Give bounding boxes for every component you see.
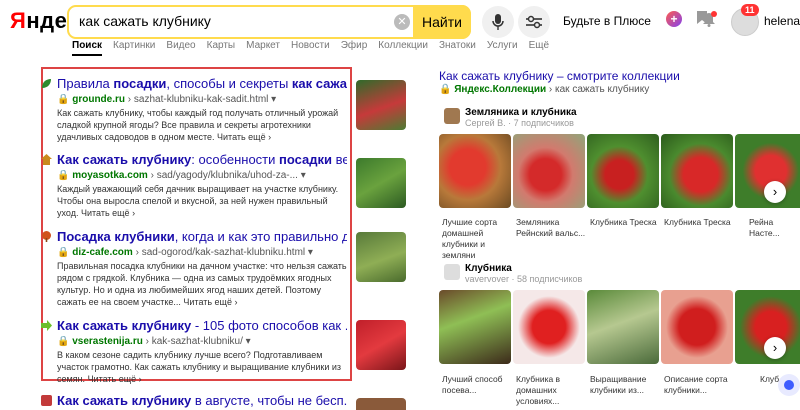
tab-search[interactable]: Поиск bbox=[72, 40, 103, 56]
collection-card-caption[interactable]: Описание сорта клубники... bbox=[664, 374, 736, 396]
collection-card-image[interactable] bbox=[513, 134, 585, 208]
tab-more[interactable]: Ещё bbox=[529, 40, 549, 56]
plus-promo-link[interactable]: Будьте в Плюсе bbox=[563, 14, 651, 28]
collections-heading[interactable]: Как сажать клубнику – смотрите коллекции bbox=[439, 69, 680, 83]
result-snippet: Каждый уважающий себя дачник выращивает … bbox=[57, 184, 339, 218]
collection-title[interactable]: Земляника и клубника bbox=[465, 107, 577, 118]
search-input[interactable] bbox=[79, 13, 379, 29]
collection-card-image[interactable] bbox=[513, 290, 585, 364]
collection-card-caption[interactable]: Клубника Треска bbox=[664, 217, 736, 228]
collection-card-caption[interactable]: Клубника в домашних условиях... bbox=[516, 374, 588, 407]
username[interactable]: helenaev bbox=[764, 14, 800, 28]
result-snippet: Правильная посадка клубники на дачном уч… bbox=[57, 261, 347, 307]
plus-badge-icon[interactable]: + bbox=[666, 11, 682, 27]
search-result: Правила посадки, способы и секреты как с… bbox=[42, 76, 347, 143]
arrow-favicon-icon bbox=[41, 320, 52, 331]
leaf-favicon-icon bbox=[41, 78, 52, 89]
filter-settings-icon[interactable] bbox=[518, 6, 550, 38]
collection-card-caption[interactable]: Земляника Рейнский вальс... bbox=[516, 217, 588, 239]
tab-collections[interactable]: Коллекции bbox=[378, 40, 428, 56]
channel-avatar[interactable] bbox=[444, 108, 460, 124]
collection-card-caption[interactable]: Выращивание клубники из... bbox=[590, 374, 662, 396]
search-button[interactable]: Найти bbox=[413, 5, 471, 39]
tab-market[interactable]: Маркет bbox=[246, 40, 280, 56]
result-thumbnail[interactable] bbox=[356, 232, 406, 282]
collection-card-caption[interactable]: Рейна Насте... bbox=[749, 217, 799, 239]
collection-title[interactable]: Клубника bbox=[465, 263, 512, 274]
result-title[interactable]: Посадка клубники, когда и как это правил… bbox=[57, 229, 347, 245]
result-title[interactable]: Правила посадки, способы и секреты как с… bbox=[57, 76, 347, 92]
alice-assistant-icon[interactable] bbox=[778, 374, 800, 396]
tab-services[interactable]: Услуги bbox=[487, 40, 518, 56]
collection-card-caption[interactable]: Клубника Треска bbox=[590, 217, 662, 228]
search-result: Как сажать клубнику: особенности посадки… bbox=[41, 152, 347, 219]
next-arrow-icon[interactable]: › bbox=[764, 337, 786, 359]
collection-card-image[interactable] bbox=[587, 134, 659, 208]
microphone-icon[interactable] bbox=[482, 6, 514, 38]
collection-card-image[interactable] bbox=[439, 290, 511, 364]
notification-dot bbox=[711, 11, 717, 17]
result-title[interactable]: Как сажать клубнику - 105 фото способов … bbox=[57, 318, 347, 334]
collection-card-image[interactable] bbox=[661, 290, 733, 364]
read-more-link[interactable]: Читать ещё › bbox=[183, 297, 237, 307]
tab-video[interactable]: Видео bbox=[166, 40, 195, 56]
result-url[interactable]: 🔒 grounde.ru › sazhat-klubniku-kak-sadit… bbox=[57, 94, 347, 105]
collection-meta: vavervover · 58 подписчиков bbox=[465, 274, 583, 284]
tab-experts[interactable]: Знатоки bbox=[439, 40, 476, 56]
search-tabs: Поиск Картинки Видео Карты Маркет Новост… bbox=[72, 40, 549, 56]
collection-card-caption[interactable]: Лучший способ посева... bbox=[442, 374, 514, 396]
read-more-link[interactable]: Читать ещё › bbox=[217, 132, 271, 142]
tree-favicon-icon bbox=[41, 231, 52, 242]
collection-card-image[interactable] bbox=[587, 290, 659, 364]
mail-count-badge: 11 bbox=[741, 4, 759, 16]
result-title[interactable]: Как сажать клубнику в августе, чтобы не … bbox=[57, 393, 347, 409]
result-url[interactable]: 🔒 vserastenija.ru › kak-sazhat-klubniku/… bbox=[57, 336, 347, 347]
result-url[interactable]: 🔒 diz-cafe.com › sad-ogorod/kak-sazhat-k… bbox=[57, 247, 347, 258]
clear-icon[interactable]: ✕ bbox=[394, 14, 410, 30]
tab-efir[interactable]: Эфир bbox=[341, 40, 368, 56]
result-url[interactable]: 🔒 moyasotka.com › sad/yagody/klubnika/uh… bbox=[57, 170, 347, 181]
read-more-link[interactable]: Читать ещё › bbox=[81, 208, 135, 218]
tab-maps[interactable]: Карты bbox=[207, 40, 236, 56]
search-result: Посадка клубники, когда и как это правил… bbox=[42, 229, 347, 308]
result-thumbnail[interactable] bbox=[356, 398, 406, 410]
result-thumbnail[interactable] bbox=[356, 80, 406, 130]
tab-images[interactable]: Картинки bbox=[113, 40, 155, 56]
collection-card-image[interactable] bbox=[439, 134, 511, 208]
channel-avatar[interactable] bbox=[444, 264, 460, 280]
next-arrow-icon[interactable]: › bbox=[764, 181, 786, 203]
result-thumbnail[interactable] bbox=[356, 158, 406, 208]
result-snippet: В каком сезоне садить клубнику лучше все… bbox=[57, 350, 342, 384]
collections-source[interactable]: 🔒 Яндекс.Коллекции › как сажать клубнику bbox=[439, 84, 649, 95]
tab-news[interactable]: Новости bbox=[291, 40, 330, 56]
result-thumbnail[interactable] bbox=[356, 320, 406, 370]
search-box: ✕ Найти bbox=[67, 5, 471, 39]
result-snippet: Как сажать клубнику, чтобы каждый год по… bbox=[57, 108, 339, 142]
house-favicon-icon bbox=[41, 154, 52, 165]
collection-meta: Сергей В. · 7 подписчиков bbox=[465, 118, 574, 128]
read-more-link[interactable]: Читать ещё › bbox=[88, 374, 142, 384]
search-result: Как сажать клубнику - 105 фото способов … bbox=[41, 318, 347, 385]
result-title[interactable]: Как сажать клубнику: особенности посадки… bbox=[57, 152, 347, 168]
collection-card-caption[interactable]: Лучшие сорта домашней клубники и земляни bbox=[442, 217, 514, 261]
search-result: Как сажать клубнику в августе, чтобы не … bbox=[41, 393, 347, 409]
collection-card-image[interactable] bbox=[661, 134, 733, 208]
site-favicon-icon bbox=[41, 395, 52, 406]
